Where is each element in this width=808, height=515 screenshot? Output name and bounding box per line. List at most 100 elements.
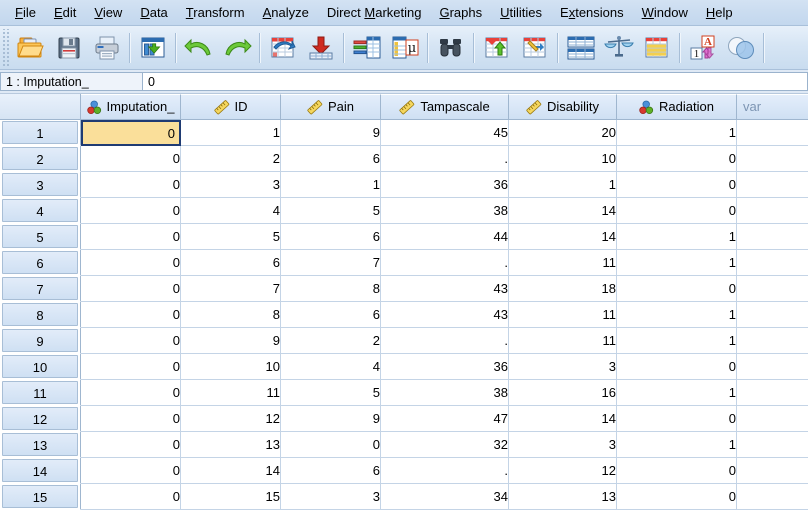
data-cell-tampascale-4[interactable]: 38: [381, 198, 509, 224]
data-cell-tampascale-7[interactable]: 43: [381, 276, 509, 302]
table-row[interactable]: 6067.111: [0, 250, 808, 276]
row-header-cell[interactable]: 4: [0, 198, 81, 224]
menu-window[interactable]: Window: [633, 3, 697, 23]
data-cell-pain-13[interactable]: 0: [281, 432, 381, 458]
column-header-imputation[interactable]: Imputation_: [81, 94, 181, 120]
data-cell-id-5[interactable]: 5: [181, 224, 281, 250]
data-cell-var-12[interactable]: [737, 406, 808, 432]
data-cell-radiation-9[interactable]: 1: [617, 328, 737, 354]
data-cell-var-9[interactable]: [737, 328, 808, 354]
row-header-cell[interactable]: 12: [0, 406, 81, 432]
data-cell-pain-3[interactable]: 1: [281, 172, 381, 198]
data-cell-pain-1[interactable]: 9: [281, 120, 381, 146]
data-cell-pain-5[interactable]: 6: [281, 224, 381, 250]
table-row[interactable]: 12012947140: [0, 406, 808, 432]
value-labels-button[interactable]: A 1: [684, 29, 722, 67]
table-row[interactable]: 707843180: [0, 276, 808, 302]
data-cell-var-4[interactable]: [737, 198, 808, 224]
table-row[interactable]: 1301303231: [0, 432, 808, 458]
data-cell-id-3[interactable]: 3: [181, 172, 281, 198]
save-file-button[interactable]: [50, 29, 88, 67]
data-cell-disability-3[interactable]: 1: [509, 172, 617, 198]
table-row[interactable]: 9092.111: [0, 328, 808, 354]
data-cell-var-8[interactable]: [737, 302, 808, 328]
data-cell-tampascale-11[interactable]: 38: [381, 380, 509, 406]
data-cell-imputation-7[interactable]: 0: [81, 276, 181, 302]
column-header-tampascale[interactable]: Tampascale: [381, 94, 509, 120]
data-cell-disability-10[interactable]: 3: [509, 354, 617, 380]
menu-extensions[interactable]: Extensions: [551, 3, 633, 23]
data-cell-disability-11[interactable]: 16: [509, 380, 617, 406]
data-cell-pain-6[interactable]: 7: [281, 250, 381, 276]
insert-variable-button[interactable]: [516, 29, 554, 67]
data-cell-tampascale-9[interactable]: .: [381, 328, 509, 354]
data-cell-tampascale-6[interactable]: .: [381, 250, 509, 276]
undo-button[interactable]: [180, 29, 218, 67]
data-cell-imputation-9[interactable]: 0: [81, 328, 181, 354]
column-header-pain[interactable]: Pain: [281, 94, 381, 120]
data-cell-imputation-2[interactable]: 0: [81, 146, 181, 172]
data-cell-id-6[interactable]: 6: [181, 250, 281, 276]
cell-value-input[interactable]: 0: [143, 72, 808, 91]
weight-cases-button[interactable]: [600, 29, 638, 67]
column-header-var-placeholder[interactable]: var: [737, 94, 808, 120]
table-row[interactable]: 505644141: [0, 224, 808, 250]
data-cell-radiation-2[interactable]: 0: [617, 146, 737, 172]
data-cell-var-1[interactable]: [737, 120, 808, 146]
row-header-cell[interactable]: 15: [0, 484, 81, 510]
row-header-cell[interactable]: 3: [0, 172, 81, 198]
data-cell-disability-2[interactable]: 10: [509, 146, 617, 172]
data-cell-var-11[interactable]: [737, 380, 808, 406]
data-cell-radiation-13[interactable]: 1: [617, 432, 737, 458]
data-cell-radiation-12[interactable]: 0: [617, 406, 737, 432]
data-cell-disability-7[interactable]: 18: [509, 276, 617, 302]
data-cell-pain-8[interactable]: 6: [281, 302, 381, 328]
data-cell-id-7[interactable]: 7: [181, 276, 281, 302]
data-cell-disability-1[interactable]: 20: [509, 120, 617, 146]
open-file-button[interactable]: [12, 29, 50, 67]
row-header-cell[interactable]: 8: [0, 302, 81, 328]
data-cell-imputation-3[interactable]: 0: [81, 172, 181, 198]
row-header-cell[interactable]: 1: [0, 120, 81, 146]
data-cell-disability-14[interactable]: 12: [509, 458, 617, 484]
data-cell-id-1[interactable]: 1: [181, 120, 281, 146]
data-cell-disability-9[interactable]: 11: [509, 328, 617, 354]
selected-data-cell[interactable]: 0: [81, 120, 181, 146]
row-header-cell[interactable]: 5: [0, 224, 81, 250]
data-cell-id-15[interactable]: 15: [181, 484, 281, 510]
data-cell-imputation-13[interactable]: 0: [81, 432, 181, 458]
data-cell-radiation-11[interactable]: 1: [617, 380, 737, 406]
data-cell-id-12[interactable]: 12: [181, 406, 281, 432]
row-header-cell[interactable]: 7: [0, 276, 81, 302]
data-cell-pain-12[interactable]: 9: [281, 406, 381, 432]
table-row[interactable]: 404538140: [0, 198, 808, 224]
data-cell-disability-12[interactable]: 14: [509, 406, 617, 432]
goto-variable-button[interactable]: [302, 29, 340, 67]
menu-file[interactable]: File: [6, 3, 45, 23]
data-cell-tampascale-1[interactable]: 45: [381, 120, 509, 146]
row-header-cell[interactable]: 10: [0, 354, 81, 380]
grid-corner-cell[interactable]: [0, 94, 81, 120]
data-cell-var-13[interactable]: [737, 432, 808, 458]
data-cell-id-11[interactable]: 11: [181, 380, 281, 406]
data-cell-id-2[interactable]: 2: [181, 146, 281, 172]
data-cell-var-3[interactable]: [737, 172, 808, 198]
data-cell-radiation-7[interactable]: 0: [617, 276, 737, 302]
data-cell-tampascale-8[interactable]: 43: [381, 302, 509, 328]
data-cell-var-10[interactable]: [737, 354, 808, 380]
table-row[interactable]: 808643111: [0, 302, 808, 328]
menu-graphs[interactable]: Graphs: [430, 3, 491, 23]
data-cell-pain-11[interactable]: 5: [281, 380, 381, 406]
menu-edit[interactable]: Edit: [45, 3, 85, 23]
variables-button[interactable]: [348, 29, 386, 67]
use-variable-sets-button[interactable]: [722, 29, 760, 67]
data-cell-radiation-8[interactable]: 1: [617, 302, 737, 328]
data-cell-pain-7[interactable]: 8: [281, 276, 381, 302]
data-cell-disability-13[interactable]: 3: [509, 432, 617, 458]
menu-direct-marketing[interactable]: Direct Marketing: [318, 3, 431, 23]
data-cell-disability-4[interactable]: 14: [509, 198, 617, 224]
data-cell-imputation-8[interactable]: 0: [81, 302, 181, 328]
data-cell-pain-9[interactable]: 2: [281, 328, 381, 354]
data-cell-tampascale-3[interactable]: 36: [381, 172, 509, 198]
menu-analyze[interactable]: Analyze: [254, 3, 318, 23]
